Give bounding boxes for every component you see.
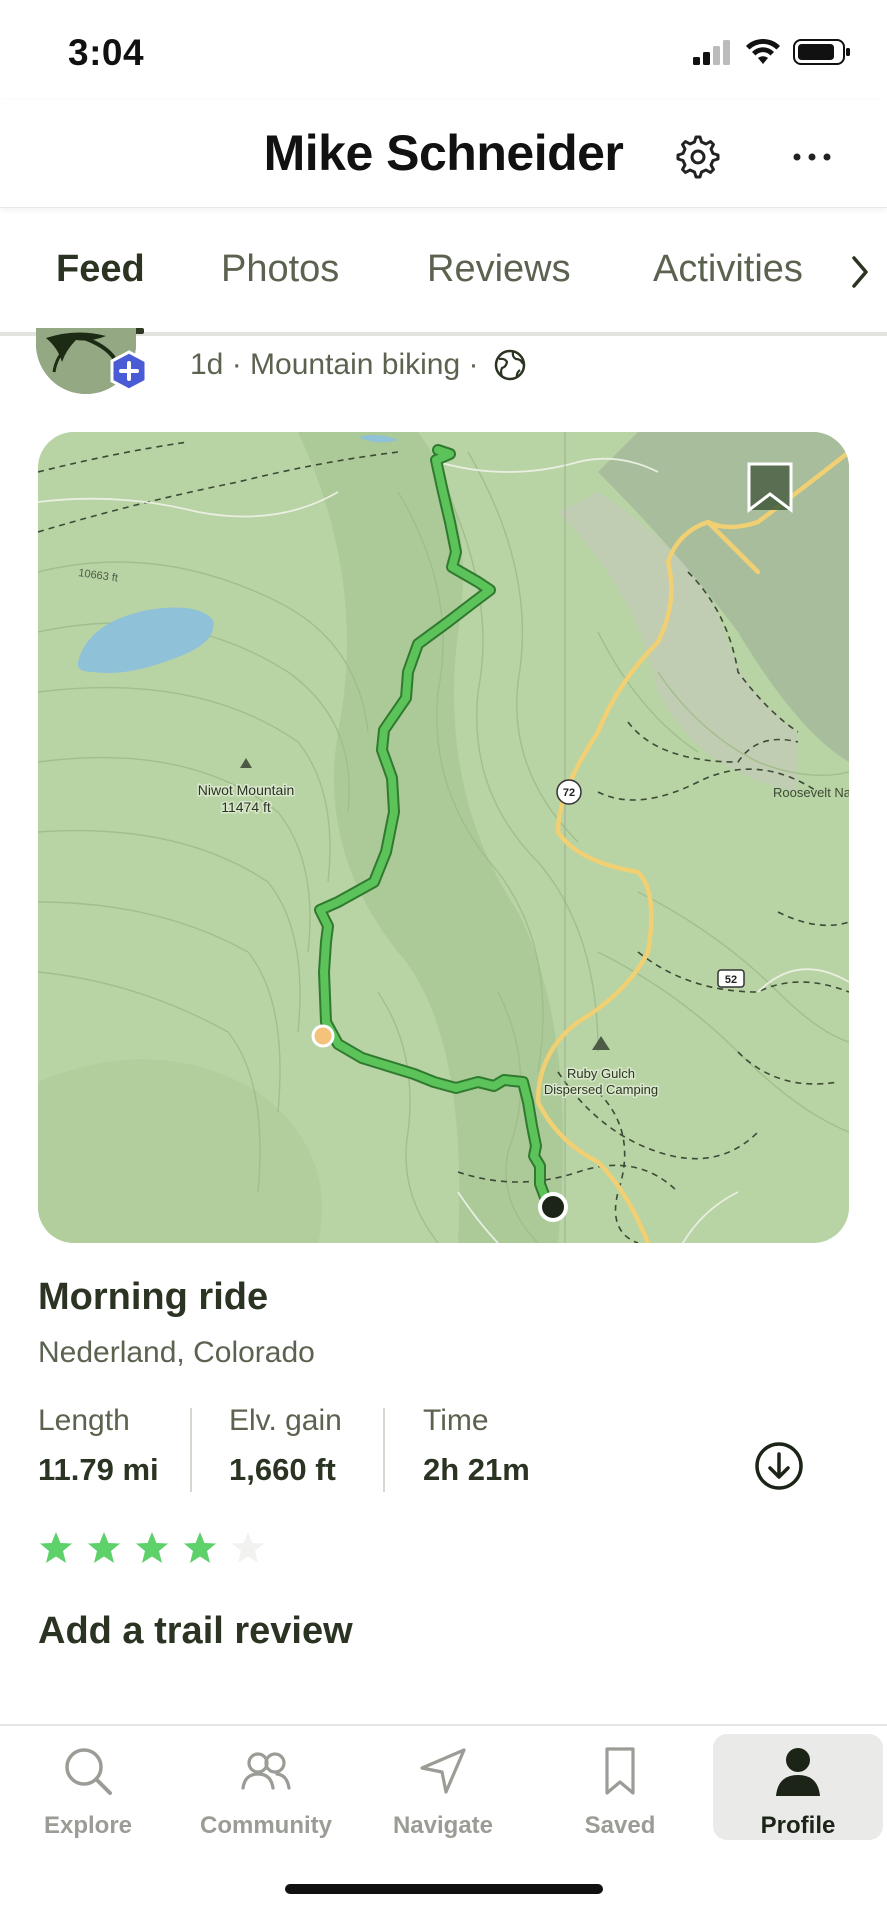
nav-label: Profile [760, 1812, 836, 1839]
activity-location: Nederland, Colorado [38, 1336, 315, 1369]
highway-72-shield: 72 [556, 779, 582, 805]
peak-name-label: Niwot Mountain [198, 782, 295, 798]
nav-label: Navigate [392, 1812, 494, 1839]
star-empty-icon[interactable] [230, 1530, 266, 1566]
stat-value: 11.79 mi [38, 1452, 159, 1487]
nav-navigate[interactable]: Navigate [355, 1726, 531, 1842]
profile-tabs: Feed Photos Reviews Activities [0, 218, 887, 336]
status-bar: 3:04 [0, 0, 887, 100]
nav-profile[interactable]: Profile [713, 1734, 883, 1840]
download-button[interactable] [753, 1440, 805, 1492]
battery-icon [793, 39, 850, 65]
search-icon [65, 1748, 112, 1795]
route-end-marker [538, 1192, 568, 1222]
tab-activities[interactable]: Activities [653, 248, 803, 291]
highway-72-label: 72 [563, 787, 575, 799]
bookmark-icon [605, 1747, 635, 1795]
tab-feed[interactable]: Feed [56, 248, 145, 291]
stat-divider [383, 1408, 385, 1492]
tab-photos[interactable]: Photos [221, 248, 339, 291]
signal-icon [693, 40, 730, 65]
globe-icon [494, 349, 526, 381]
status-icons [693, 38, 851, 66]
ellipsis-icon [793, 153, 831, 161]
wifi-icon [746, 38, 780, 64]
peak-elevation-label: 11474 ft [221, 799, 271, 815]
route-map[interactable]: 72 52 10663 ft Niwot Mountain 11474 ft R… [38, 432, 849, 1243]
star-filled-icon[interactable] [182, 1530, 218, 1566]
stat-label: Elv. gain [229, 1404, 342, 1437]
camp-label-line2: Dispersed Camping [544, 1082, 658, 1097]
highway-52-shield: 52 [717, 969, 745, 988]
nav-label: Saved [584, 1812, 656, 1839]
star-filled-icon[interactable] [134, 1530, 170, 1566]
page-title: Mike Schneider [263, 125, 624, 181]
stat-label: Time [423, 1404, 489, 1437]
tab-reviews[interactable]: Reviews [427, 248, 571, 291]
stat-value: 1,660 ft [229, 1452, 336, 1487]
navigate-arrow-icon [420, 1748, 466, 1794]
star-rating[interactable] [38, 1530, 266, 1566]
person-icon [776, 1748, 820, 1796]
star-filled-icon[interactable] [86, 1530, 122, 1566]
post-timestamp-activity: 1d · Mountain biking · [190, 348, 479, 381]
place-label: Roosevelt Na [773, 785, 849, 800]
member-badge-icon [110, 350, 148, 392]
nav-label: Community [200, 1812, 332, 1839]
more-options-button[interactable] [790, 140, 834, 174]
route-waypoint-marker [311, 1024, 335, 1048]
stat-label: Length [38, 1404, 130, 1437]
nav-label: Explore [43, 1812, 133, 1839]
camp-label-line1: Ruby Gulch [567, 1066, 635, 1081]
stat-value: 2h 21m [423, 1452, 530, 1487]
gear-icon [676, 135, 720, 179]
chevron-right-icon[interactable] [848, 254, 872, 290]
stat-length: Length 11.79 mi [38, 1404, 159, 1488]
activity-stats: Length 11.79 mi Elv. gain 1,660 ft Time … [38, 1404, 849, 1504]
profile-header: Mike Schneider [0, 100, 887, 208]
nav-explore[interactable]: Explore [0, 1726, 176, 1842]
stat-divider [190, 1408, 192, 1492]
star-filled-icon[interactable] [38, 1530, 74, 1566]
status-time: 3:04 [68, 32, 145, 73]
nav-community[interactable]: Community [178, 1726, 354, 1842]
settings-button[interactable] [675, 134, 721, 180]
stat-time: Time 2h 21m [423, 1404, 530, 1488]
home-indicator [285, 1884, 603, 1894]
nav-saved[interactable]: Saved [532, 1726, 708, 1842]
stat-elevation-gain: Elv. gain 1,660 ft [229, 1404, 342, 1488]
highway-52-label: 52 [725, 974, 737, 986]
activity-title[interactable]: Morning ride [38, 1276, 268, 1319]
post-meta: 1d · Mountain biking · [0, 328, 887, 408]
add-trail-review-link[interactable]: Add a trail review [38, 1610, 353, 1653]
people-icon [241, 1752, 291, 1790]
